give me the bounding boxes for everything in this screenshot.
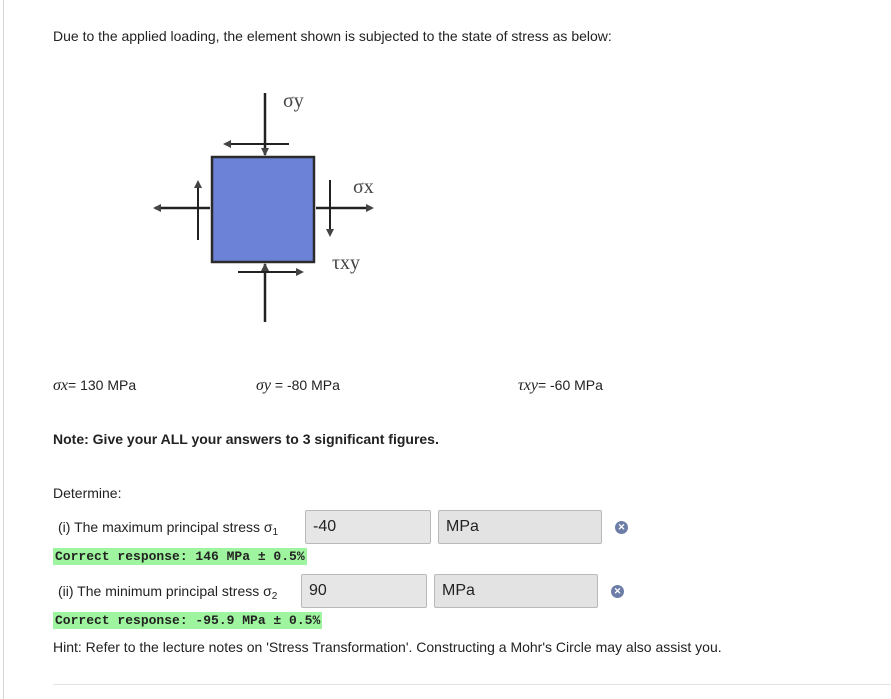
correct-response-2: Correct response: -95.9 MPa ± 0.5% (53, 612, 323, 629)
tau-xy-label: τxy (332, 252, 360, 274)
incorrect-x-icon: ✕ (611, 585, 624, 598)
hint-text: Hint: Refer to the lecture notes on 'Str… (53, 639, 722, 655)
given-tau-xy-value: -60 MPa (550, 377, 603, 393)
question-1-subscript: 1 (272, 527, 279, 538)
given-sigma-y-value: -80 MPa (286, 377, 340, 393)
max-principal-stress-input[interactable]: -40 (305, 510, 431, 544)
sigma-y-label: σy (283, 90, 304, 112)
max-principal-stress-unit-field[interactable]: MPa (438, 510, 602, 544)
given-tau-xy-eq: = (537, 377, 551, 393)
correct-response-1: Correct response: 146 MPa ± 0.5% (53, 548, 307, 565)
sigma-x-right-arrowhead (366, 204, 374, 212)
given-sigma-y-eq: = (271, 377, 287, 393)
tau-left-arrowhead (194, 180, 202, 188)
given-sigma-y: σy = -80 MPa (256, 377, 340, 395)
note-text: Note: Give your ALL your answers to 3 si… (53, 431, 439, 447)
sigma-x-left-arrowhead (153, 204, 161, 212)
problem-intro: Due to the applied loading, the element … (53, 28, 612, 44)
incorrect-x-icon: ✕ (615, 521, 628, 534)
given-tau-xy-symbol: τxy (518, 377, 538, 394)
bottom-divider (53, 684, 891, 685)
min-principal-stress-unit-field[interactable]: MPa (434, 574, 598, 608)
stress-element-square (210, 155, 316, 264)
sigma-y-bottom-arrowhead (261, 263, 269, 271)
tau-top-arrowhead (223, 140, 231, 148)
sigma-x-label: σx (353, 176, 374, 198)
question-1-label: (i) The maximum principal stress σ1 (58, 519, 278, 538)
given-sigma-y-symbol: σy (256, 377, 271, 394)
question-2-subscript: 2 (271, 591, 278, 602)
given-sigma-x-value: 130 MPa (80, 377, 137, 393)
tau-bottom-arrowhead (296, 268, 304, 276)
tau-right-arrowhead (326, 229, 334, 237)
question-1-text: (i) The maximum principal stress σ (58, 519, 273, 535)
sigma-y-top-arrowhead (261, 148, 269, 156)
given-sigma-x: σx= 130 MPa (53, 377, 136, 395)
given-sigma-x-eq: = (68, 377, 81, 393)
question-2-text: (ii) The minimum principal stress σ (58, 583, 272, 599)
stress-element-diagram: σy σx τxy (153, 90, 374, 322)
min-principal-stress-input[interactable]: 90 (301, 574, 427, 608)
determine-label: Determine: (53, 485, 122, 501)
given-sigma-x-symbol: σx (53, 377, 68, 394)
left-border (3, 0, 4, 699)
question-2-label: (ii) The minimum principal stress σ2 (58, 583, 277, 602)
given-tau-xy: τxy= -60 MPa (518, 377, 603, 395)
